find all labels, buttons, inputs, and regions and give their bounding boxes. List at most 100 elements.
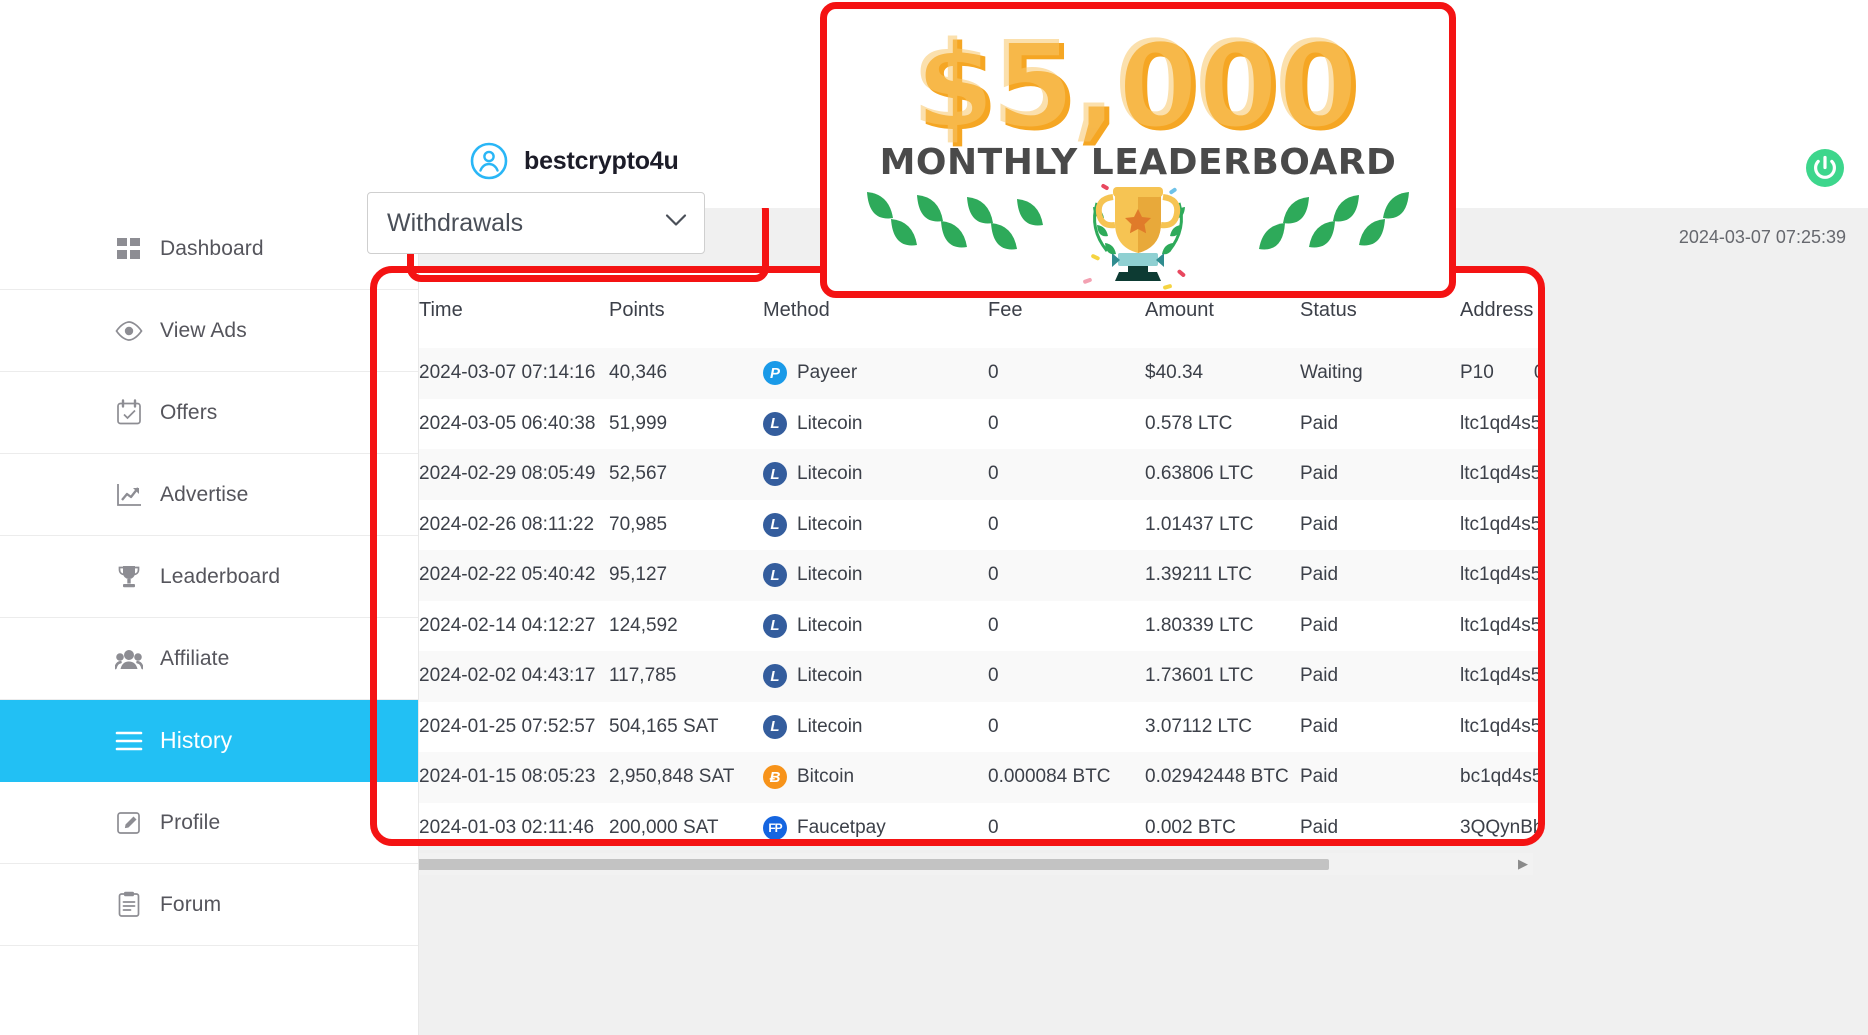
sidebar-nav: Dashboard View Ads Offers Advertise Leaderbo… [0, 208, 419, 1035]
cell-address: ltc1qd4s5ty863y828k5 [1460, 601, 1539, 652]
sidebar-item-label: Leaderboard [160, 564, 281, 588]
table-row[interactable]: 2024-01-25 07:52:57 504,165 SAT L Litecoin 0… [377, 701, 1539, 753]
cell-method: FP Faucetpay [763, 803, 988, 842]
method-label: Litecoin [797, 513, 863, 535]
table-row[interactable]: 2024-02-26 08:11:22 70,985 L Litecoin 0 1.014… [377, 499, 1539, 550]
litecoin-icon: L [763, 714, 787, 739]
bitcoin-icon: Ƀ [763, 765, 787, 790]
cell-method: L Litecoin [763, 702, 988, 753]
grid-icon [115, 235, 143, 263]
username-label: bestcrypto4u [524, 146, 679, 175]
banner-artwork: $5,000 $5,000 MONTHLY LEADERBOARD [825, 7, 1451, 293]
brand: bestcrypto4u [470, 142, 679, 180]
cell-status: Paid [1300, 715, 1339, 737]
cell-method: L Litecoin [763, 449, 988, 500]
cell-method: L Litecoin [763, 651, 988, 702]
cell-fee: 0 [988, 463, 999, 485]
cell-method: L Litecoin [763, 550, 988, 601]
user-circle-icon [470, 142, 508, 180]
address-suffix: 0797 [1534, 362, 1539, 383]
table-row[interactable]: 2024-02-29 08:05:49 52,567 L Litecoin 0 0.638… [377, 449, 1539, 500]
address-prefix: P10 [1460, 362, 1494, 384]
cell-fee: 0 [988, 412, 999, 434]
address-value: ltc1qd4s5ty863y828k5 [1460, 715, 1539, 737]
method-label: Bitcoin [797, 766, 855, 788]
cell-amount: 0.002 BTC [1145, 816, 1236, 838]
cell-amount: 0.578 LTC [1145, 412, 1233, 434]
cell-points: 40,346 [609, 362, 668, 384]
litecoin-icon: L [763, 613, 787, 638]
scrollbar-track[interactable] [404, 857, 1513, 871]
power-icon[interactable] [1805, 148, 1845, 188]
method-label: Payeer [797, 362, 858, 384]
sidebar-item-advertise[interactable]: Advertise [0, 454, 418, 536]
sidebar-item-label: Dashboard [160, 236, 264, 260]
cell-status: Paid [1300, 412, 1339, 434]
sidebar-item-label: History [160, 727, 233, 753]
litecoin-icon: L [763, 563, 787, 588]
sidebar-item-forum[interactable]: Forum [0, 864, 418, 946]
cell-fee: 0 [988, 614, 999, 636]
sidebar-item-label: Offers [160, 400, 218, 424]
cell-address: 3QQynBbszKqEnJRz› [1460, 803, 1539, 842]
sidebar-item-dashboard[interactable]: Dashboard [0, 208, 418, 290]
clipboard-icon [115, 891, 143, 919]
method-label: Litecoin [797, 564, 863, 586]
sidebar-item-affiliate[interactable]: Affiliate [0, 618, 418, 700]
cell-amount: 0.02942448 BTC [1145, 766, 1289, 788]
method-label: Litecoin [797, 715, 863, 737]
address-value: ltc1qd4s5ty863y828k5 [1460, 614, 1539, 636]
sidebar-item-history[interactable]: History [0, 700, 418, 782]
litecoin-icon: L [763, 462, 787, 487]
cell-address: bc1qd4s5ty863y828k5 [1460, 752, 1539, 803]
address-value: ltc1qd4s5ty863y828k5 [1460, 412, 1539, 434]
cell-amount: 1.80339 LTC [1145, 614, 1254, 636]
table-row[interactable]: 2024-01-15 08:05:23 2,950,848 SAT Ƀ Bitcoin… [377, 752, 1539, 803]
table-row[interactable]: 2024-03-07 07:14:16 40,346 P Payeer 0 $40.34 W… [377, 348, 1539, 399]
cell-address: ltc1qd4s5ty863y828k5 [1460, 449, 1539, 500]
filter-select[interactable]: Withdrawals [367, 192, 705, 254]
table-row[interactable]: 2024-03-05 06:40:38 51,999 L Litecoin 0 0.578… [377, 398, 1539, 449]
method-label: Litecoin [797, 614, 863, 636]
horizontal-scrollbar[interactable]: ◀ ▶ [384, 853, 1533, 875]
sidebar-item-view-ads[interactable]: View Ads [0, 290, 418, 372]
sidebar-item-leaderboard[interactable]: Leaderboard [0, 536, 418, 618]
table-row[interactable]: 2024-02-02 04:43:17 117,785 L Litecoin 0 1.73… [377, 651, 1539, 702]
payeer-icon: P [763, 361, 787, 386]
leaderboard-banner[interactable]: $5,000 $5,000 MONTHLY LEADERBOARD [820, 2, 1456, 298]
cell-points: 117,785 [609, 665, 677, 687]
address-value: ltc1qd4s5ty863y828k5 [1460, 463, 1539, 485]
eye-icon [115, 317, 143, 345]
cell-points: 2,950,848 SAT [609, 766, 735, 788]
cell-points: 51,999 [609, 412, 668, 434]
edit-square-icon [115, 809, 143, 837]
cell-amount: $40.34 [1145, 362, 1204, 384]
cell-amount: 3.07112 LTC [1145, 715, 1253, 737]
scrollbar-thumb[interactable] [414, 859, 1329, 870]
table-row[interactable]: 2024-02-14 04:12:27 124,592 L Litecoin 0 1.80… [377, 600, 1539, 652]
table-row[interactable]: 2024-02-22 05:40:42 95,127 L Litecoin 0 1.392… [377, 550, 1539, 601]
method-label: Litecoin [797, 463, 863, 485]
sidebar-item-label: View Ads [160, 318, 247, 342]
cell-points: 124,592 [609, 614, 678, 636]
cell-amount: 1.01437 LTC [1145, 513, 1254, 535]
page-root: bestcrypto4u $5,000 $5,000 MONTHLY LEADE… [0, 0, 1868, 1035]
cell-status: Paid [1300, 665, 1339, 687]
cell-status: Paid [1300, 614, 1339, 636]
cell-status: Paid [1300, 513, 1339, 535]
history-filter[interactable]: Withdrawals [367, 192, 705, 254]
chevron-right-icon[interactable]: ▶ [1513, 853, 1533, 875]
calendar-check-icon [115, 399, 143, 427]
column-header-address[interactable]: Address [1460, 273, 1539, 348]
cell-status: Paid [1300, 463, 1339, 485]
column-header-points[interactable]: Points [609, 273, 763, 348]
faucetpay-icon: FP [763, 815, 787, 840]
chart-line-icon [115, 481, 143, 509]
table-row[interactable]: 2024-01-03 02:11:46 200,000 SAT FP Faucetpa… [377, 802, 1539, 842]
sidebar-item-offers[interactable]: Offers [0, 372, 418, 454]
sidebar-item-profile[interactable]: Profile [0, 782, 418, 864]
method-label: Litecoin [797, 665, 863, 687]
cell-method: P Payeer [763, 348, 988, 399]
table-body: 2024-03-07 07:14:16 40,346 P Payeer 0 $40.34 W… [377, 348, 1539, 841]
litecoin-icon: L [763, 512, 787, 537]
